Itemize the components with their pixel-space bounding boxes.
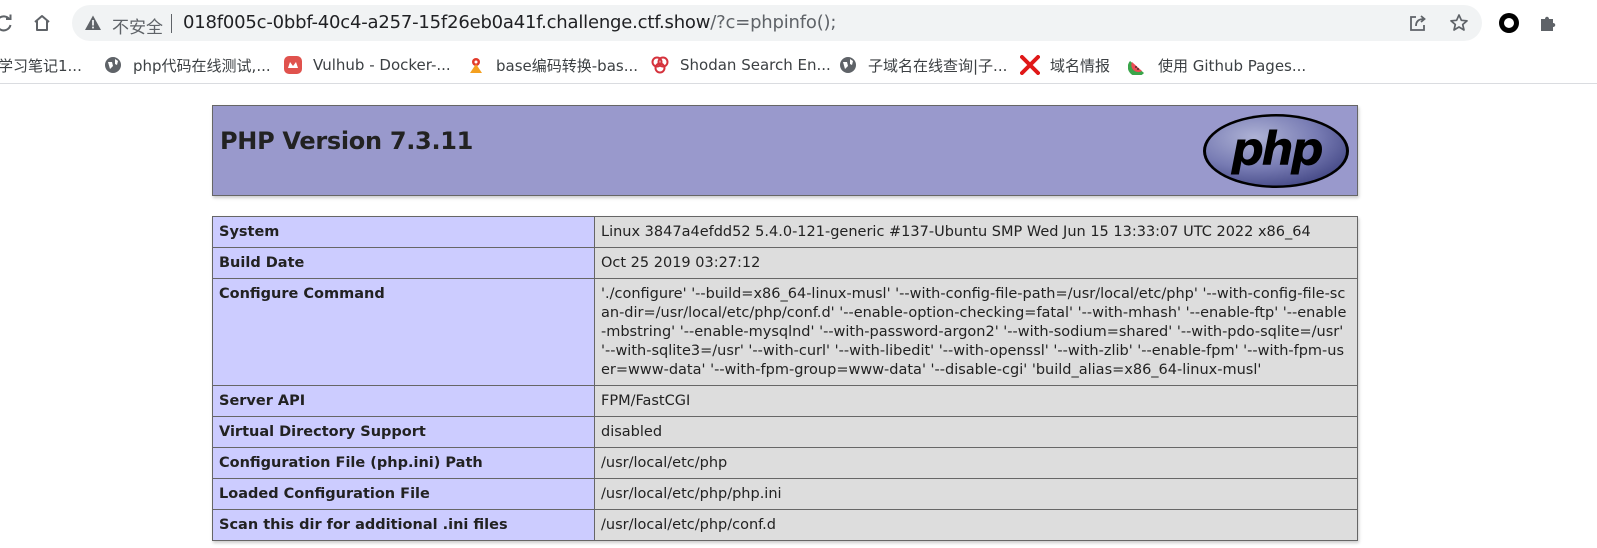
bookmark-item[interactable]: 使用 Github Pages... bbox=[1128, 53, 1306, 77]
table-row: Build Date Oct 25 2019 03:27:12 bbox=[212, 247, 1358, 279]
url-path: /?c=phpinfo(); bbox=[710, 12, 837, 33]
reload-icon[interactable] bbox=[0, 11, 16, 35]
bookmark-item[interactable]: 域名情报 bbox=[1020, 53, 1110, 77]
x-icon bbox=[1020, 55, 1040, 75]
security-label[interactable]: 不安全 bbox=[112, 13, 163, 38]
bookmark-label: base编码转换-bas... bbox=[496, 56, 639, 75]
row-value: /usr/local/etc/php/php.ini bbox=[594, 478, 1358, 510]
extensions-puzzle-icon[interactable] bbox=[1536, 11, 1560, 35]
row-value: './configure' '--build=x86_64-linux-musl… bbox=[594, 278, 1358, 386]
globe-icon bbox=[838, 55, 858, 75]
row-key: Configuration File (php.ini) Path bbox=[212, 447, 595, 479]
bookmark-item[interactable]: php代码在线测试,... bbox=[103, 53, 271, 77]
table-row: Configure Command './configure' '--build=… bbox=[212, 278, 1358, 386]
svg-text:php: php bbox=[1230, 122, 1323, 176]
bookmark-item[interactable]: Shodan Search En... bbox=[650, 53, 831, 77]
table-row: Loaded Configuration File/usr/local/etc/… bbox=[212, 478, 1358, 510]
row-key: Server API bbox=[212, 385, 595, 417]
bookmark-item[interactable]: 子域名在线查询|子... bbox=[838, 53, 1007, 77]
bookmark-label: Vulhub - Docker-... bbox=[313, 56, 451, 74]
browser-toolbar: 不安全 018f005c-0bbf-40c4-a257-15f26eb0a41f… bbox=[0, 0, 1597, 46]
php-info-table: System Linux 3847a4efdd52 5.4.0-121-gener… bbox=[212, 216, 1358, 541]
row-key: Scan this dir for additional .ini files bbox=[212, 509, 595, 541]
vulhub-icon bbox=[283, 55, 303, 75]
table-row: Server API FPM/FastCGI bbox=[212, 385, 1358, 417]
bookmark-label: 子域名在线查询|子... bbox=[868, 56, 1008, 75]
home-icon[interactable] bbox=[30, 11, 54, 35]
table-row: Scan this dir for additional .ini files /… bbox=[212, 509, 1358, 541]
url-text[interactable]: 018f005c-0bbf-40c4-a257-15f26eb0a41f.cha… bbox=[183, 12, 836, 33]
row-key: Configure Command bbox=[212, 278, 595, 386]
php-logo-icon[interactable]: php bbox=[1201, 112, 1351, 190]
base-icon bbox=[466, 55, 486, 75]
watermelon-icon bbox=[1128, 55, 1148, 75]
bookmark-item[interactable]: Vulhub - Docker-... bbox=[283, 53, 451, 77]
row-key: Loaded Configuration File bbox=[212, 478, 595, 510]
bookmark-label: 使用 Github Pages... bbox=[1158, 56, 1307, 75]
url-host: 018f005c-0bbf-40c4-a257-15f26eb0a41f.cha… bbox=[183, 12, 711, 33]
table-row: System Linux 3847a4efdd52 5.4.0-121-gener… bbox=[212, 216, 1358, 248]
share-icon[interactable] bbox=[1407, 12, 1429, 34]
address-bar[interactable]: 不安全 018f005c-0bbf-40c4-a257-15f26eb0a41f… bbox=[72, 5, 1482, 41]
table-row: Virtual Directory Support disabled bbox=[212, 416, 1358, 448]
row-value: Oct 25 2019 03:27:12 bbox=[594, 247, 1358, 279]
extension-circle-icon[interactable] bbox=[1497, 11, 1521, 35]
page-title: PHP Version 7.3.11 bbox=[220, 127, 474, 155]
row-key: Build Date bbox=[212, 247, 595, 279]
bookmark-star-icon[interactable] bbox=[1448, 12, 1470, 34]
separator bbox=[171, 14, 172, 33]
bookmarks-bar: 学习笔记1... php代码在线测试,... Vulhub - Docker-.… bbox=[0, 46, 1597, 84]
bookmark-item[interactable]: 学习笔记1... bbox=[0, 53, 82, 77]
row-value: /usr/local/etc/php/conf.d bbox=[594, 509, 1358, 541]
row-value: disabled bbox=[594, 416, 1358, 448]
php-version-header: PHP Version 7.3.11 php bbox=[212, 105, 1358, 196]
warning-icon[interactable] bbox=[84, 14, 102, 32]
row-key: Virtual Directory Support bbox=[212, 416, 595, 448]
table-row: Configuration File (php.ini) Path/usr/lo… bbox=[212, 447, 1358, 479]
globe-icon bbox=[103, 55, 123, 75]
bookmark-label: 域名情报 bbox=[1050, 56, 1111, 75]
bookmark-label: 学习笔记1... bbox=[0, 56, 82, 75]
row-value: FPM/FastCGI bbox=[594, 385, 1358, 417]
row-key: System bbox=[212, 216, 595, 248]
row-value: Linux 3847a4efdd52 5.4.0-121-generic #13… bbox=[594, 216, 1358, 248]
row-value: /usr/local/etc/php bbox=[594, 447, 1358, 479]
shodan-icon bbox=[650, 55, 670, 75]
bookmark-label: php代码在线测试,... bbox=[133, 56, 271, 75]
bookmark-item[interactable]: base编码转换-bas... bbox=[466, 53, 638, 77]
bookmark-label: Shodan Search En... bbox=[680, 56, 831, 74]
